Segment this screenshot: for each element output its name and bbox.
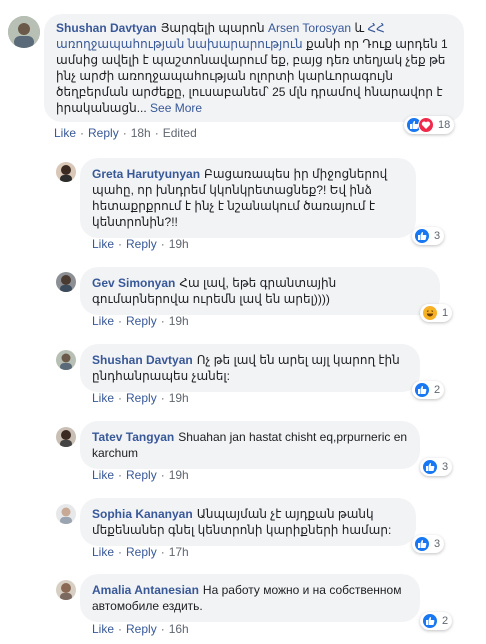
timestamp[interactable]: 19h xyxy=(169,237,189,251)
like-icon xyxy=(414,228,430,244)
comment-actions: Like · Reply · 19h xyxy=(92,391,189,405)
comment-text: Յարգելի պարոն xyxy=(160,21,268,35)
reaction-count: 18 xyxy=(438,119,451,131)
like-icon xyxy=(422,459,438,475)
timestamp[interactable]: 16h xyxy=(169,622,189,636)
see-more-link[interactable]: See More xyxy=(150,101,202,115)
reaction-count: 1 xyxy=(442,307,449,319)
reply-link[interactable]: Reply xyxy=(126,545,157,559)
avatar[interactable] xyxy=(56,350,76,370)
edited-label[interactable]: Edited xyxy=(163,126,197,140)
comment-actions: Like · Reply · 18h · Edited xyxy=(54,126,197,140)
avatar[interactable] xyxy=(8,16,40,48)
comment-author[interactable]: Tatev Tangyan xyxy=(92,430,174,444)
comment-bubble: Shushan Davtyan Ոչ թե լավ են արել այլ կար… xyxy=(80,344,420,392)
comment-actions: Like · Reply · 17h xyxy=(92,545,189,559)
reaction-count: 2 xyxy=(434,384,441,396)
reply-link[interactable]: Reply xyxy=(126,314,157,328)
timestamp[interactable]: 19h xyxy=(169,314,189,328)
reply-link[interactable]: Reply xyxy=(126,237,157,251)
comment-author[interactable]: Greta Harutyunyan xyxy=(92,167,200,181)
reactions-summary[interactable]: 2 xyxy=(420,612,453,630)
comment-author[interactable]: Gev Simonyan xyxy=(92,276,175,290)
reply-link[interactable]: Reply xyxy=(88,126,119,140)
avatar[interactable] xyxy=(56,162,76,182)
comment-bubble: Sophia Kananyan Անպայման չէ այդքան թանկ մ… xyxy=(80,498,416,546)
reactions-summary[interactable]: 3 xyxy=(420,458,453,476)
reaction-count: 3 xyxy=(434,230,441,242)
like-icon xyxy=(422,613,438,629)
timestamp[interactable]: 19h xyxy=(169,391,189,405)
reactions-summary[interactable]: 3 xyxy=(412,227,445,245)
comment-author[interactable]: Shushan Davtyan xyxy=(92,353,193,367)
reply-link[interactable]: Reply xyxy=(126,622,157,636)
like-link[interactable]: Like xyxy=(92,622,114,636)
avatar[interactable] xyxy=(56,504,76,524)
reply-link[interactable]: Reply xyxy=(126,468,157,482)
reaction-count: 2 xyxy=(442,615,449,627)
reactions-summary[interactable]: 1 xyxy=(420,304,453,322)
comment-actions: Like · Reply · 16h xyxy=(92,622,189,636)
comment-actions: Like · Reply · 19h xyxy=(92,237,189,251)
comment-bubble: Greta Harutyunyan Բացառապես իր միջոցներով… xyxy=(80,158,416,238)
timestamp[interactable]: 18h xyxy=(131,126,151,140)
comment-text: և xyxy=(351,21,368,35)
timestamp[interactable]: 17h xyxy=(169,545,189,559)
reaction-count: 3 xyxy=(442,461,449,473)
comment-bubble: Shushan Davtyan Յարգելի պարոն Arsen Toros… xyxy=(44,14,464,122)
comment-bubble: Tatev Tangyan Shuahan jan hastat chisht e… xyxy=(80,421,420,469)
comment-author[interactable]: Shushan Davtyan xyxy=(56,21,157,35)
comment-actions: Like · Reply · 19h xyxy=(92,468,189,482)
timestamp[interactable]: 19h xyxy=(169,468,189,482)
like-link[interactable]: Like xyxy=(54,126,76,140)
comment-bubble: Gev Simonyan Հա լավ, եթե գրանտային գումար… xyxy=(80,267,440,315)
like-link[interactable]: Like xyxy=(92,237,114,251)
comment-actions: Like · Reply · 19h xyxy=(92,314,189,328)
love-icon xyxy=(418,117,434,133)
tag-link[interactable]: Arsen Torosyan xyxy=(268,21,351,35)
like-link[interactable]: Like xyxy=(92,545,114,559)
avatar[interactable] xyxy=(56,580,76,600)
avatar[interactable] xyxy=(56,427,76,447)
reactions-summary[interactable]: 2 xyxy=(412,381,445,399)
reaction-count: 3 xyxy=(434,538,441,550)
reactions-summary[interactable]: 18 xyxy=(404,116,455,134)
like-link[interactable]: Like xyxy=(92,314,114,328)
comment-author[interactable]: Sophia Kananyan xyxy=(92,507,193,521)
like-link[interactable]: Like xyxy=(92,391,114,405)
comment-author[interactable]: Amalia Antanesian xyxy=(92,583,199,597)
reactions-summary[interactable]: 3 xyxy=(412,535,445,553)
reply-link[interactable]: Reply xyxy=(126,391,157,405)
like-link[interactable]: Like xyxy=(92,468,114,482)
haha-icon xyxy=(422,305,438,321)
comment-bubble: Amalia Antanesian На работу можно и на со… xyxy=(80,574,420,622)
like-icon xyxy=(414,536,430,552)
like-icon xyxy=(414,382,430,398)
avatar[interactable] xyxy=(56,272,76,292)
